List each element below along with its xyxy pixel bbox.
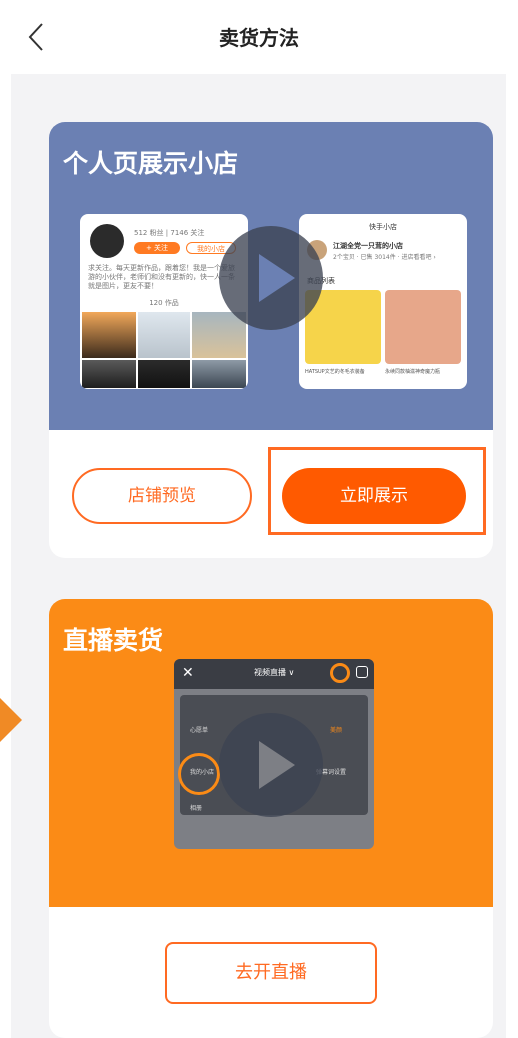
live-top-label: 视频直播 ∨ xyxy=(254,668,295,677)
play-video-button[interactable] xyxy=(219,713,323,817)
avatar xyxy=(90,224,124,258)
play-icon xyxy=(259,741,295,789)
live-selling-card: 直播卖货 ✕ 视频直播 ∨ 心愿单 美颜 我的小店 弹幕词设置 相册 去开直播 xyxy=(49,599,493,1038)
live-top-bar: ✕ 视频直播 ∨ xyxy=(174,659,374,689)
photo-thumb xyxy=(82,360,136,388)
profile-bio: 求关注。每天更新作品，跟着您！我是一个爱旅游的小伙伴，老师们和没有更新的，快一人… xyxy=(88,264,235,290)
close-icon: ✕ xyxy=(182,665,194,681)
shop-preview-button[interactable]: 店铺预览 xyxy=(72,468,252,524)
shop-sub: 2个宝贝 · 已售 3014件 · 进店看看吧 › xyxy=(333,254,436,261)
camera-icon xyxy=(356,666,368,678)
shop-header-title: 快手小店 xyxy=(369,223,397,231)
go-live-button[interactable]: 去开直播 xyxy=(165,942,377,1004)
my-shop-highlight-circle xyxy=(178,753,220,795)
profile-preview-image: 512 粉丝 | 7146 关注 + 关注 我的小店 求关注。每天更新作品，跟着… xyxy=(80,214,248,389)
play-video-button[interactable] xyxy=(219,226,323,330)
profile-stats: 512 粉丝 | 7146 关注 xyxy=(134,229,205,237)
menu-item-album: 相册 xyxy=(190,805,203,812)
menu-item-beauty: 美颜 xyxy=(330,727,343,734)
product-caption: HATSUP文艺的冬毛衣装备 xyxy=(305,369,365,375)
page-title: 卖货方法 xyxy=(219,26,299,50)
top-bar: 卖货方法 xyxy=(0,0,518,74)
photo-thumb xyxy=(138,360,190,388)
side-arrow-icon xyxy=(0,698,22,742)
product-image-bottle xyxy=(385,290,461,364)
shop-name: 江湖全党一只茸的小店 xyxy=(333,242,403,250)
profile-shop-banner: 个人页展示小店 512 粉丝 | 7146 关注 + 关注 我的小店 求关注。每… xyxy=(49,122,493,430)
follow-tag: + 关注 xyxy=(134,242,180,254)
profile-shop-title: 个人页展示小店 xyxy=(63,149,239,178)
live-selling-banner: 直播卖货 ✕ 视频直播 ∨ 心愿单 美颜 我的小店 弹幕词设置 相册 xyxy=(49,599,493,907)
content-area: 个人页展示小店 512 粉丝 | 7146 关注 + 关注 我的小店 求关注。每… xyxy=(11,74,506,1038)
photo-thumb xyxy=(192,360,246,388)
play-icon xyxy=(259,254,295,302)
profile-shop-card: 个人页展示小店 512 粉丝 | 7146 关注 + 关注 我的小店 求关注。每… xyxy=(49,122,493,558)
settings-circle-icon xyxy=(330,663,350,683)
menu-item-wishlist: 心愿单 xyxy=(190,727,209,734)
product-caption: 永续同款柚滋神奇魔力瓶 xyxy=(385,369,441,375)
photo-thumb xyxy=(138,312,190,358)
live-selling-title: 直播卖货 xyxy=(63,626,164,655)
show-now-button[interactable]: 立即展示 xyxy=(282,468,466,524)
photo-thumb xyxy=(82,312,136,358)
shop-preview-image: 快手小店 江湖全党一只茸的小店 2个宝贝 · 已售 3014件 · 进店看看吧 … xyxy=(299,214,467,389)
